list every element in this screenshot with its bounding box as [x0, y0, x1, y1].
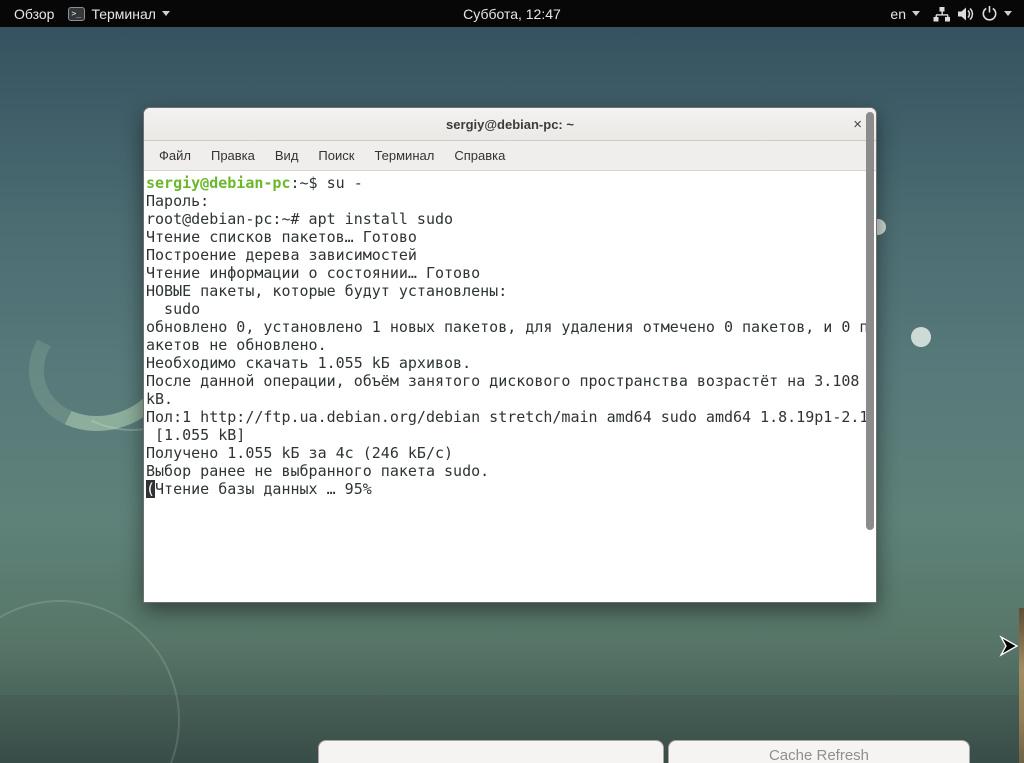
- cache-refresh-button[interactable]: Cache Refresh: [668, 740, 970, 763]
- power-icon: [981, 5, 998, 22]
- terminal-screen[interactable]: sergiy@debian-pc:~$ su -Пароль: root@deb…: [144, 171, 876, 601]
- network-wired-icon: [933, 6, 951, 22]
- terminal-line: [1.055 kB]: [146, 426, 862, 444]
- mouse-cursor: [999, 634, 1021, 660]
- terminal-window: sergiy@debian-pc: ~ × ФайлПравкаВидПоиск…: [143, 107, 877, 603]
- terminal-line: sudo: [146, 300, 862, 318]
- chevron-down-icon: [162, 11, 170, 16]
- terminal-line: root@debian-pc:~# apt install sudo: [146, 210, 862, 228]
- top-bar: Обзор >_ Терминал Суббота, 12:47 en: [0, 0, 1024, 27]
- terminal-line: Получено 1.055 kБ за 4c (246 kБ/c): [146, 444, 862, 462]
- chevron-down-icon: [912, 11, 920, 16]
- terminal-line: sergiy@debian-pc:~$ su -: [146, 174, 862, 192]
- terminal-menubar: ФайлПравкаВидПоискТерминалСправка: [144, 141, 876, 171]
- keyboard-layout-label: en: [890, 6, 906, 22]
- terminal-titlebar[interactable]: sergiy@debian-pc: ~ ×: [144, 108, 876, 141]
- keyboard-layout-button[interactable]: en: [890, 6, 920, 22]
- menu-item-правка[interactable]: Правка: [201, 144, 265, 167]
- menu-item-терминал[interactable]: Терминал: [364, 144, 444, 167]
- close-button[interactable]: ×: [849, 108, 866, 141]
- terminal-line: После данной операции, объём занятого ди…: [146, 372, 862, 390]
- offscreen-window-edge[interactable]: [1019, 608, 1024, 763]
- terminal-line: Выбор ранее не выбранного пакета sudo.: [146, 462, 862, 480]
- app-menu-button[interactable]: >_ Терминал: [68, 6, 169, 22]
- terminal-line: НОВЫЕ пакеты, которые будут установлены:: [146, 282, 862, 300]
- activities-button[interactable]: Обзор: [14, 6, 54, 22]
- terminal-line: Пол:1 http://ftp.ua.debian.org/debian st…: [146, 408, 862, 426]
- menu-item-справка[interactable]: Справка: [444, 144, 515, 167]
- terminal-line: Построение дерева зависимостей: [146, 246, 862, 264]
- system-status-area[interactable]: [933, 5, 1012, 22]
- menu-item-поиск[interactable]: Поиск: [308, 144, 364, 167]
- volume-icon: [957, 6, 975, 22]
- menu-item-файл[interactable]: Файл: [149, 144, 201, 167]
- terminal-line: обновлено 0, установлено 1 новых пакетов…: [146, 318, 862, 336]
- terminal-line: kB.: [146, 390, 862, 408]
- window-title: sergiy@debian-pc: ~: [446, 117, 574, 132]
- terminal-line: (Чтение базы данных … 95%: [146, 480, 862, 498]
- terminal-line: Чтение информации о состоянии… Готово: [146, 264, 862, 282]
- notification-banner[interactable]: [318, 740, 664, 763]
- terminal-app-icon: >_: [68, 7, 85, 21]
- terminal-line: Необходимо скачать 1.055 kБ архивов.: [146, 354, 862, 372]
- terminal-scrollbar[interactable]: [866, 112, 874, 530]
- menu-item-вид[interactable]: Вид: [265, 144, 309, 167]
- terminal-line: акетов не обновлено.: [146, 336, 862, 354]
- activities-label: Обзор: [14, 6, 54, 22]
- chevron-down-icon: [1004, 11, 1012, 16]
- app-menu-label: Терминал: [91, 6, 155, 22]
- terminal-line: Пароль:: [146, 192, 862, 210]
- wallpaper-dot: [911, 327, 931, 347]
- terminal-line: Чтение списков пакетов… Готово: [146, 228, 862, 246]
